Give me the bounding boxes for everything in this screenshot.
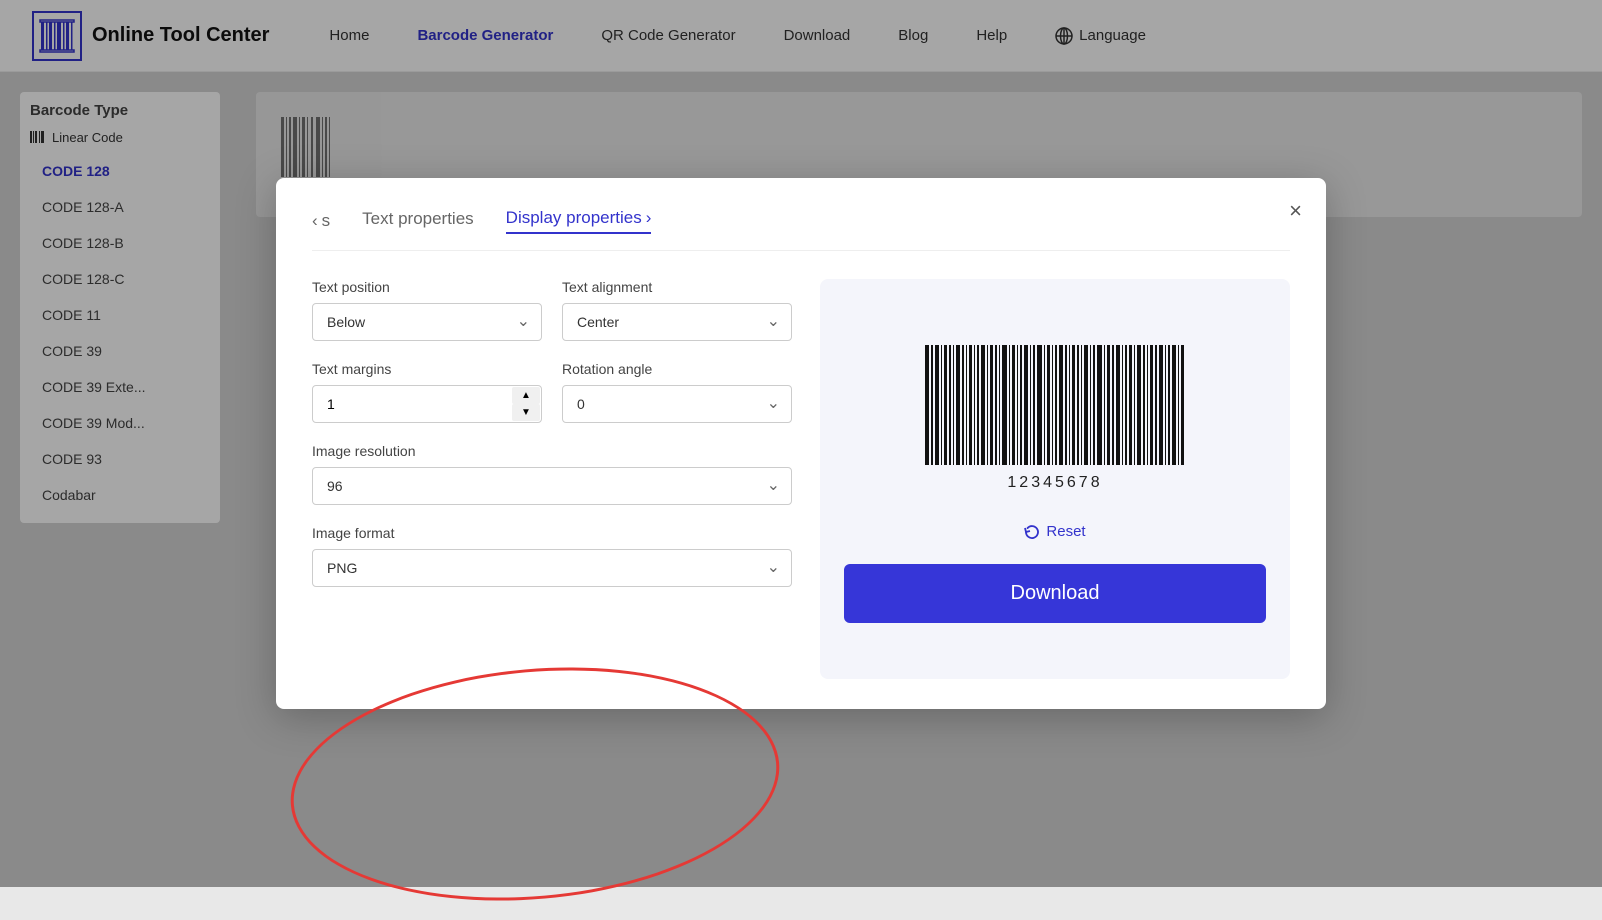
text-position-select[interactable]: Below Above None [312, 303, 542, 341]
modal-close-button[interactable]: × [1289, 198, 1302, 224]
spinner-up-button[interactable]: ▲ [512, 387, 540, 404]
form-row-2: Text margins ▲ ▼ Rotation angle [312, 361, 792, 423]
text-margins-spinner: ▲ ▼ [312, 385, 542, 423]
tab-display-properties[interactable]: Display properties › [506, 208, 652, 234]
form-group-image-resolution: Image resolution 72 96 150 300 [312, 443, 792, 505]
image-format-select[interactable]: PNG SVG JPEG BMP [312, 549, 792, 587]
image-resolution-label: Image resolution [312, 443, 792, 459]
barcode-preview-section: 12345678 Reset Download [820, 279, 1290, 679]
download-button[interactable]: Download [844, 564, 1266, 623]
rotation-angle-select-wrapper: 0 90 180 270 [562, 385, 792, 423]
svg-text:12345678: 12345678 [1007, 474, 1102, 491]
form-row-4: Image format PNG SVG JPEG BMP [312, 525, 792, 587]
form-group-text-margins: Text margins ▲ ▼ [312, 361, 542, 423]
modal-overlay: × ‹s Text properties Display properties … [0, 0, 1602, 887]
reset-label: Reset [1046, 523, 1085, 540]
form-group-text-alignment: Text alignment Center Left Right [562, 279, 792, 341]
modal-body: Text position Below Above None Text alig… [312, 279, 1290, 679]
form-section: Text position Below Above None Text alig… [312, 279, 792, 679]
form-group-image-format: Image format PNG SVG JPEG BMP [312, 525, 792, 587]
tab-text-properties[interactable]: Text properties [362, 209, 474, 233]
text-margins-label: Text margins [312, 361, 542, 377]
tab-prev[interactable]: ‹s [312, 211, 330, 231]
form-row-1: Text position Below Above None Text alig… [312, 279, 792, 341]
form-group-text-position: Text position Below Above None [312, 279, 542, 341]
reset-button[interactable]: Reset [1024, 523, 1085, 540]
text-position-label: Text position [312, 279, 542, 295]
text-alignment-label: Text alignment [562, 279, 792, 295]
barcode-preview-svg: 12345678 [915, 335, 1195, 495]
rotation-angle-label: Rotation angle [562, 361, 792, 377]
spinner-buttons: ▲ ▼ [512, 387, 540, 421]
rotation-angle-select[interactable]: 0 90 180 270 [562, 385, 792, 423]
image-format-select-wrapper: PNG SVG JPEG BMP [312, 549, 792, 587]
circle-annotation [281, 648, 789, 920]
image-resolution-select[interactable]: 72 96 150 300 [312, 467, 792, 505]
text-alignment-select[interactable]: Center Left Right [562, 303, 792, 341]
text-position-select-wrapper: Below Above None [312, 303, 542, 341]
image-format-label: Image format [312, 525, 792, 541]
form-group-rotation-angle: Rotation angle 0 90 180 270 [562, 361, 792, 423]
modal-header: ‹s Text properties Display properties › [312, 208, 1290, 251]
modal: × ‹s Text properties Display properties … [276, 178, 1326, 709]
form-row-3: Image resolution 72 96 150 300 [312, 443, 792, 505]
text-alignment-select-wrapper: Center Left Right [562, 303, 792, 341]
image-resolution-select-wrapper: 72 96 150 300 [312, 467, 792, 505]
text-margins-input[interactable] [312, 385, 542, 423]
spinner-down-button[interactable]: ▼ [512, 404, 540, 421]
